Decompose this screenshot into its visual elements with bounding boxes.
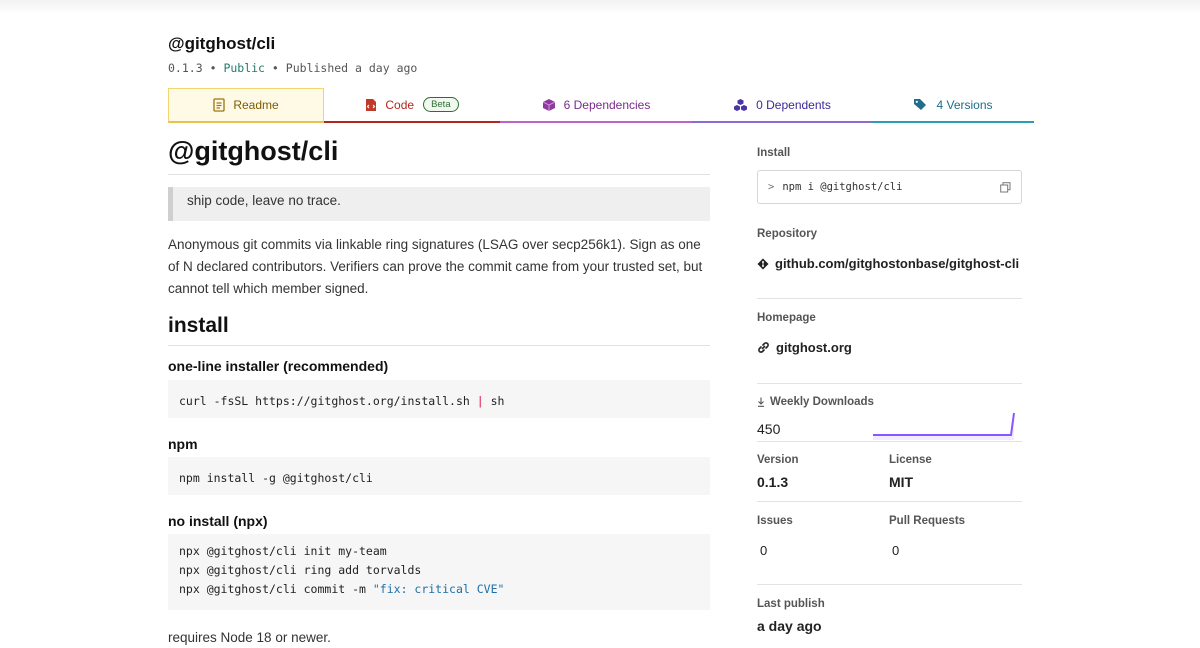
tab-readme[interactable]: Readme [168, 88, 324, 123]
code-text: curl -fsSL https://gitghost.org/install.… [179, 394, 477, 408]
oneline-code-block[interactable]: curl -fsSL https://gitghost.org/install.… [168, 380, 710, 418]
git-diamond-icon [757, 258, 769, 270]
document-icon [213, 98, 225, 112]
package-version: 0.1.3 [168, 61, 203, 75]
install-label: Install [757, 147, 791, 159]
code-line: npx @gitghost/cli init my-team [179, 544, 387, 558]
install-heading: install [168, 314, 229, 337]
package-tabs: Readme Code Beta 6 Dependencies 0 Depend… [168, 88, 1034, 123]
requirements-note: requires Node 18 or newer. [168, 630, 331, 645]
tags-icon [913, 98, 928, 111]
weekly-downloads-value: 450 [757, 421, 781, 437]
package-page: @gitghost/cli 0.1.3 • Public • Published… [168, 0, 1034, 648]
homepage-label: Homepage [757, 312, 816, 324]
weekly-downloads-heading: Weekly Downloads [757, 396, 874, 408]
boxes-icon [733, 98, 748, 112]
sidebar-divider [757, 441, 1022, 442]
oneline-heading: one-line installer (recommended) [168, 358, 389, 374]
install-command: npm i @gitghost/cli [782, 181, 903, 193]
sidebar-divider [757, 501, 1022, 502]
code-string: "fix: critical CVE" [372, 582, 505, 596]
readme-description: Anonymous git commits via linkable ring … [168, 237, 703, 296]
file-code-icon [365, 98, 377, 112]
meta-separator: • [271, 61, 279, 75]
tab-dependencies[interactable]: 6 Dependencies [500, 88, 692, 123]
code-line: npx @gitghost/cli ring add torvalds [179, 563, 422, 577]
tab-readme-label: Readme [233, 98, 279, 112]
last-publish-value: a day ago [757, 618, 822, 634]
prompt-glyph: > [768, 181, 775, 193]
pull-requests-value[interactable]: 0 [892, 543, 899, 558]
tab-dependencies-label: 6 Dependencies [563, 97, 651, 112]
code-line: npx @gitghost/cli commit -m [179, 582, 373, 596]
beta-badge: Beta [423, 97, 459, 112]
version-value: 0.1.3 [757, 474, 789, 490]
last-publish-label: Last publish [757, 598, 825, 610]
readme-blockquote: ship code, leave no trace. [168, 187, 710, 221]
sidebar-divider [757, 298, 1022, 299]
repository-link[interactable]: github.com/gitghostonbase/gitghost-cli [757, 256, 1019, 271]
issues-value[interactable]: 0 [760, 543, 767, 558]
weekly-downloads-label: Weekly Downloads [770, 396, 874, 408]
package-visibility: Public [223, 61, 265, 75]
tab-versions-label: 4 Versions [936, 97, 993, 112]
issues-label: Issues [757, 515, 793, 527]
code-text: npm install -g @gitghost/cli [179, 471, 373, 485]
readme-title: @gitghost/cli [168, 136, 339, 166]
code-pipe: | [476, 394, 484, 408]
license-label: License [889, 454, 932, 466]
sidebar-divider [757, 383, 1022, 384]
npm-heading: npm [168, 436, 198, 452]
npm-code-block[interactable]: npm install -g @gitghost/cli [168, 457, 710, 495]
link-icon [757, 341, 770, 354]
tab-versions[interactable]: 4 Versions [872, 88, 1034, 123]
package-published: Published a day ago [285, 61, 418, 75]
tab-code-label: Code [385, 97, 415, 112]
tab-code[interactable]: Code Beta [324, 88, 500, 123]
install-divider [168, 345, 710, 346]
copy-icon[interactable] [1000, 181, 1011, 193]
meta-separator: • [209, 61, 217, 75]
homepage-link[interactable]: gitghost.org [757, 340, 852, 355]
homepage-url: gitghost.org [776, 340, 852, 355]
package-meta: 0.1.3 • Public • Published a day ago [168, 61, 417, 75]
npx-code-block[interactable]: npx @gitghost/cli init my-team npx @gitg… [168, 534, 710, 610]
title-divider [168, 174, 710, 175]
license-value: MIT [889, 474, 914, 490]
pull-requests-label: Pull Requests [889, 515, 966, 527]
install-command-box[interactable]: > npm i @gitghost/cli [757, 170, 1022, 204]
repository-label: Repository [757, 228, 818, 240]
sidebar-divider [757, 584, 1022, 585]
code-text: sh [483, 394, 505, 408]
download-arrow-icon [757, 397, 765, 407]
version-label: Version [757, 454, 799, 466]
repository-url: github.com/gitghostonbase/gitghost-cli [775, 256, 1020, 271]
box-icon [542, 98, 556, 112]
npx-heading: no install (npx) [168, 513, 268, 529]
downloads-sparkline [873, 412, 1015, 440]
package-name: @gitghost/cli [168, 34, 276, 53]
tab-dependents[interactable]: 0 Dependents [692, 88, 872, 123]
tab-dependents-label: 0 Dependents [756, 97, 831, 112]
